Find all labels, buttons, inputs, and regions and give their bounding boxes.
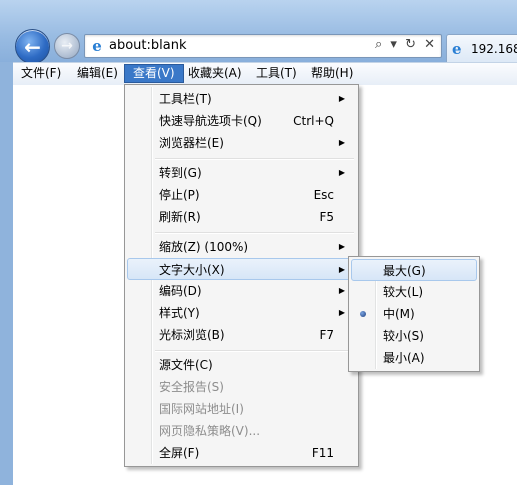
menu-item-refresh[interactable]: 刷新(R) F5 [127, 206, 356, 228]
menu-view[interactable]: 查看(V) [124, 64, 184, 83]
ie-page-icon: e [92, 37, 102, 55]
menu-item-text-medium[interactable]: 中(M) [351, 303, 477, 325]
tab-title: 192.168 [471, 42, 517, 56]
submenu-arrow-icon: ▶ [338, 168, 345, 177]
menu-item-caret-browsing[interactable]: 光标浏览(B) F7 [127, 324, 356, 346]
view-menu-dropdown: 工具栏(T) ▶ 快速导航选项卡(Q) Ctrl+Q 浏览器栏(E) ▶ 转到(… [124, 84, 359, 467]
back-button[interactable]: ← [15, 29, 50, 64]
menu-favorites[interactable]: 收藏夹(A) [180, 65, 250, 82]
menu-item-text-larger[interactable]: 较大(L) [351, 281, 477, 303]
arrow-left-icon: ← [24, 34, 41, 59]
submenu-arrow-icon: ▶ [338, 265, 345, 274]
menu-item-source[interactable]: 源文件(C) [127, 354, 356, 376]
menu-separator [155, 232, 354, 234]
submenu-arrow-icon: ▶ [338, 308, 345, 317]
menu-item-quick-tabs[interactable]: 快速导航选项卡(Q) Ctrl+Q [127, 110, 356, 132]
submenu-arrow-icon: ▶ [338, 286, 345, 295]
menu-edit[interactable]: 编辑(E) [69, 65, 126, 82]
ie-tab-icon: e [452, 40, 462, 58]
menu-tools[interactable]: 工具(T) [248, 65, 305, 82]
menu-item-text-smallest[interactable]: 最小(A) [351, 347, 477, 369]
menu-item-toolbars[interactable]: 工具栏(T) ▶ [127, 88, 356, 110]
menu-help[interactable]: 帮助(H) [303, 65, 361, 82]
address-tools-icons[interactable]: ⌕ ▾ ↻ ✕ [375, 37, 437, 52]
tab-192-168[interactable]: e 192.168 [446, 34, 517, 63]
menu-item-style[interactable]: 样式(Y) ▶ [127, 302, 356, 324]
menu-item-text-largest[interactable]: 最大(G) [351, 259, 477, 281]
menu-item-security-report: 安全报告(S) [159, 380, 224, 394]
menu-item-international-address: 国际网站地址(I) [159, 402, 244, 416]
text-size-submenu: 最大(G) 较大(L) 中(M) 较小(S) 最小(A) [348, 256, 480, 372]
menu-item-explorer-bars[interactable]: 浏览器栏(E) ▶ [127, 132, 356, 154]
menu-separator [155, 158, 354, 160]
menu-file[interactable]: 文件(F) [13, 65, 69, 82]
menu-bar: 文件(F) 编辑(E) 查看(V) 收藏夹(A) 工具(T) 帮助(H) [13, 62, 517, 86]
address-text[interactable]: about:blank [109, 38, 187, 53]
menu-item-zoom[interactable]: 缩放(Z) (100%) ▶ [127, 236, 356, 258]
address-bar[interactable]: e about:blank ⌕ ▾ ↻ ✕ [84, 34, 442, 58]
arrow-right-icon: → [61, 38, 73, 54]
submenu-arrow-icon: ▶ [338, 94, 345, 103]
menu-item-encoding[interactable]: 编码(D) ▶ [127, 280, 356, 302]
menu-item-stop[interactable]: 停止(P) Esc [127, 184, 356, 206]
radio-selected-icon [360, 311, 366, 317]
menu-item-text-size[interactable]: 文字大小(X) ▶ [127, 258, 356, 280]
menu-item-go-to[interactable]: 转到(G) ▶ [127, 162, 356, 184]
menu-item-privacy-policy: 网页隐私策略(V)... [159, 424, 261, 438]
menu-item-full-screen[interactable]: 全屏(F) F11 [127, 442, 356, 464]
forward-button[interactable]: → [54, 33, 80, 59]
submenu-arrow-icon: ▶ [338, 138, 345, 147]
menu-item-text-smaller[interactable]: 较小(S) [351, 325, 477, 347]
submenu-arrow-icon: ▶ [338, 242, 345, 251]
menu-separator [155, 350, 354, 352]
